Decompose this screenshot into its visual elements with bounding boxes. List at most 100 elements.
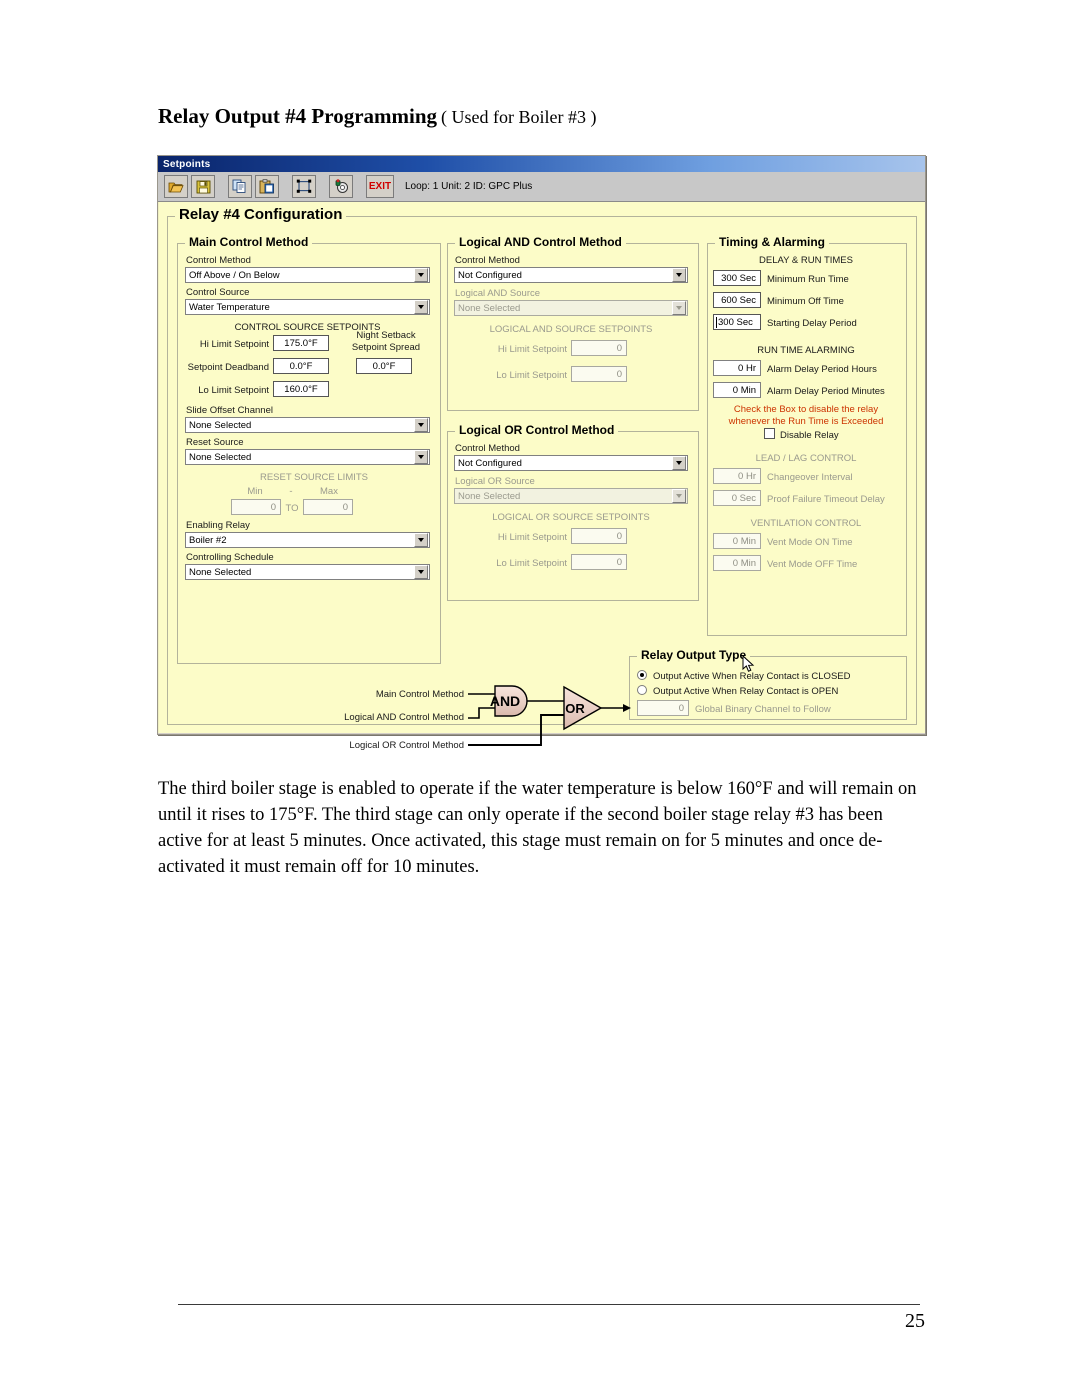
chevron-down-icon[interactable]	[672, 268, 686, 282]
main-control-source-select[interactable]: Water Temperature	[185, 299, 430, 315]
logical-or-control-method-value: Not Configured	[458, 457, 522, 469]
svg-text:OR: OR	[565, 701, 585, 716]
logical-and-lo-limit-field[interactable]: 0	[571, 366, 627, 382]
paste-icon[interactable]	[255, 175, 279, 198]
chevron-down-icon[interactable]	[414, 268, 428, 282]
chevron-down-icon[interactable]	[672, 456, 686, 470]
relay-output-type-title: Relay Output Type	[637, 648, 751, 662]
night-setback-label-line1: Night Setback	[356, 330, 416, 341]
delay-run-times-header: DELAY & RUN TIMES	[759, 255, 853, 266]
controlling-schedule-select[interactable]: None Selected	[185, 564, 430, 580]
vent-mode-off-time-field[interactable]: 0 Min	[713, 555, 761, 571]
chevron-down-icon[interactable]	[672, 489, 686, 503]
reset-source-limits-header: RESET SOURCE LIMITS	[259, 472, 369, 483]
logical-and-lo-limit-label: Lo Limit Setpoint	[496, 370, 567, 381]
minimum-run-time-field[interactable]: 300 Sec	[713, 270, 761, 286]
document-page: Relay Output #4 Programming ( Used for B…	[0, 0, 1080, 1397]
relay-output-closed-label: Output Active When Relay Contact is CLOS…	[653, 671, 851, 682]
reset-min-field[interactable]: 0	[231, 499, 281, 515]
logical-and-control-method-select[interactable]: Not Configured	[454, 267, 688, 283]
text-caret	[716, 316, 717, 328]
chevron-down-icon[interactable]	[414, 418, 428, 432]
window-client-area: Relay #4 Configuration Main Control Meth…	[158, 202, 925, 751]
logic-diagram: Main Control Method Logical AND Control …	[319, 684, 639, 762]
window-title-bar: Setpoints	[158, 156, 925, 172]
chevron-down-icon[interactable]	[672, 301, 686, 315]
main-control-method-title: Main Control Method	[185, 235, 313, 249]
logical-and-control-method-value: Not Configured	[458, 269, 522, 281]
alarm-delay-minutes-field[interactable]: 0 Min	[713, 382, 761, 398]
main-control-method-select[interactable]: Off Above / On Below	[185, 267, 430, 283]
select-frame-icon[interactable]	[292, 175, 316, 198]
chevron-down-icon[interactable]	[414, 565, 428, 579]
starting-delay-period-value: 300 Sec	[718, 316, 753, 328]
relay-output-closed-radio[interactable]	[637, 670, 647, 680]
logical-and-source-label: Logical AND Source	[455, 288, 541, 299]
minimum-off-time-field[interactable]: 600 Sec	[713, 292, 761, 308]
global-binary-channel-field[interactable]: 0	[637, 700, 689, 716]
logical-and-title: Logical AND Control Method	[455, 235, 626, 249]
window-title: Setpoints	[163, 158, 211, 170]
vent-mode-on-time-field[interactable]: 0 Min	[713, 533, 761, 549]
logical-or-source-select[interactable]: None Selected	[454, 488, 688, 504]
ventilation-control-header: VENTILATION CONTROL	[750, 518, 862, 529]
save-disk-icon[interactable]	[191, 175, 215, 198]
logical-and-hi-limit-field[interactable]: 0	[571, 340, 627, 356]
reset-min-label: Min	[247, 486, 263, 497]
timing-alarming-title: Timing & Alarming	[715, 235, 830, 249]
body-paragraph: The third boiler stage is enabled to ope…	[158, 778, 917, 877]
slide-offset-channel-select[interactable]: None Selected	[185, 417, 430, 433]
logical-and-source-value: None Selected	[458, 302, 521, 314]
logical-or-setpoints-header: LOGICAL OR SOURCE SETPOINTS	[492, 512, 650, 523]
lo-limit-setpoint-field[interactable]: 160.0°F	[273, 381, 329, 397]
open-folder-icon[interactable]	[164, 175, 188, 198]
hi-limit-setpoint-field[interactable]: 175.0°F	[273, 335, 329, 351]
changeover-interval-label: Changeover Interval	[767, 472, 853, 483]
logical-or-control-method-select[interactable]: Not Configured	[454, 455, 688, 471]
copy-icon[interactable]	[228, 175, 252, 198]
heading-main: Relay Output #4 Programming	[158, 104, 438, 128]
svg-text:AND: AND	[490, 693, 520, 709]
changeover-interval-field[interactable]: 0 Hr	[713, 468, 761, 484]
exit-button[interactable]: EXIT	[366, 175, 394, 198]
enabling-relay-select[interactable]: Boiler #2	[185, 532, 430, 548]
chevron-down-icon[interactable]	[414, 533, 428, 547]
alarm-delay-hours-label: Alarm Delay Period Hours	[767, 364, 877, 375]
disable-relay-checkbox[interactable]	[764, 428, 775, 439]
vent-mode-off-time-label: Vent Mode OFF Time	[767, 559, 858, 570]
main-control-method-value: Off Above / On Below	[189, 269, 280, 281]
setpoint-deadband-field[interactable]: 0.0°F	[273, 358, 329, 374]
reset-source-select[interactable]: None Selected	[185, 449, 430, 465]
logical-or-source-label: Logical OR Source	[455, 476, 535, 487]
alarm-delay-hours-field[interactable]: 0 Hr	[713, 360, 761, 376]
page-number: 25	[905, 1310, 925, 1332]
relay-output-open-label: Output Active When Relay Contact is OPEN	[653, 686, 839, 697]
reset-source-label: Reset Source	[186, 437, 244, 448]
logical-or-lo-limit-field[interactable]: 0	[571, 554, 627, 570]
run-time-alarming-header: RUN TIME ALARMING	[757, 345, 855, 356]
page-title: Relay Output #4 Programming ( Used for B…	[158, 104, 938, 129]
logical-or-hi-limit-field[interactable]: 0	[571, 528, 627, 544]
scope-icon[interactable]	[329, 175, 353, 198]
disable-relay-warning-line1: Check the Box to disable the relay	[733, 404, 879, 415]
logical-and-source-select[interactable]: None Selected	[454, 300, 688, 316]
global-binary-channel-label: Global Binary Channel to Follow	[695, 704, 831, 715]
proof-failure-timeout-field[interactable]: 0 Sec	[713, 490, 761, 506]
relay-configuration-title: Relay #4 Configuration	[175, 206, 347, 223]
starting-delay-period-label: Starting Delay Period	[767, 318, 857, 329]
setpoint-deadband-label: Setpoint Deadband	[187, 362, 269, 373]
chevron-down-icon[interactable]	[414, 450, 428, 464]
controlling-schedule-value: None Selected	[189, 566, 252, 578]
night-setback-spread-field[interactable]: 0.0°F	[356, 358, 412, 374]
minimum-off-time-label: Minimum Off Time	[767, 296, 844, 307]
reset-max-field[interactable]: 0	[303, 499, 353, 515]
enabling-relay-label: Enabling Relay	[186, 520, 250, 531]
main-control-method-label: Control Method	[186, 255, 251, 266]
chevron-down-icon[interactable]	[414, 300, 428, 314]
starting-delay-period-field[interactable]: 300 Sec	[713, 314, 761, 330]
toolbar: EXIT Loop: 1 Unit: 2 ID: GPC Plus	[158, 172, 925, 202]
reset-dash-label: -	[289, 486, 293, 497]
footer-rule	[178, 1304, 920, 1305]
logical-and-control-method-label: Control Method	[455, 255, 520, 266]
logical-or-control-method-label: Control Method	[455, 443, 520, 454]
